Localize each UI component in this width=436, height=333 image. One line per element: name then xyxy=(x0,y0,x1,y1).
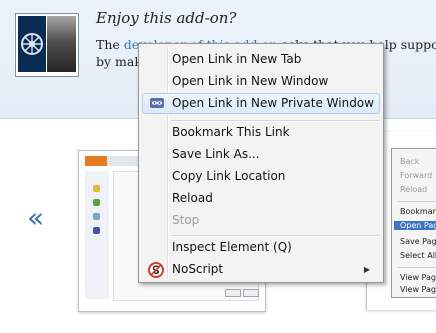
thumbnail-menu-item-selected: Open Pag xyxy=(394,221,436,230)
thumbnail-menu-item: Reload xyxy=(400,185,428,194)
thumbnail-button xyxy=(225,289,241,297)
thumbnail-context-menu: Back Forward Reload Bookmark Open Pag Sa… xyxy=(391,148,436,298)
thumbnail-menu-item: Bookmark xyxy=(400,207,436,216)
menu-item-label: NoScript xyxy=(172,262,224,276)
banner-title: Enjoy this add-on? xyxy=(96,9,237,27)
thumbnail-sidebar xyxy=(85,171,109,299)
thumbnail-menu-item: Back xyxy=(400,157,420,166)
thumbnail-menu-separator xyxy=(398,267,436,268)
thumbnail-menu-separator xyxy=(398,201,436,202)
menu-item-label: Open Link in New Window xyxy=(172,74,329,88)
thumbnail-menu-item: View Page xyxy=(400,285,436,294)
menu-item-noscript[interactable]: NoScript ▶ xyxy=(142,259,380,280)
menu-item-inspect-element[interactable]: Inspect Element (Q) xyxy=(142,237,380,258)
menu-item-open-link-new-window[interactable]: Open Link in New Window xyxy=(142,71,380,92)
link-context-menu: Open Link in New Tab Open Link in New Wi… xyxy=(138,43,384,283)
imperial-emblem-icon xyxy=(18,16,46,72)
menu-item-label: Reload xyxy=(172,191,213,205)
menu-item-open-link-new-tab[interactable]: Open Link in New Tab xyxy=(142,49,380,70)
menu-item-label: Stop xyxy=(172,213,200,227)
menu-item-label: Open Link in New Private Window xyxy=(172,96,374,110)
menu-item-label: Inspect Element (Q) xyxy=(172,240,292,254)
thumbnail-sidebar-dot xyxy=(93,213,100,220)
menu-item-label: Save Link As... xyxy=(172,147,260,161)
thumbnail-sidebar-dot xyxy=(93,227,100,234)
menu-item-reload[interactable]: Reload xyxy=(142,188,380,209)
thumbnail-sidebar-dot xyxy=(93,185,100,192)
menu-item-save-link-as[interactable]: Save Link As... xyxy=(142,144,380,165)
developer-photo xyxy=(47,16,76,72)
thumbnail-menu-item: Save Pag xyxy=(400,237,436,246)
menu-item-bookmark-this-link[interactable]: Bookmark This Link xyxy=(142,122,380,143)
thumbnail-menu-item: Forward xyxy=(400,171,433,180)
private-window-icon xyxy=(149,95,165,111)
banner-text-prefix: The xyxy=(96,37,124,52)
thumbnail-sidebar-dot xyxy=(93,199,100,206)
menu-item-copy-link-location[interactable]: Copy Link Location xyxy=(142,166,380,187)
thumbnail-firefox-button xyxy=(85,156,107,166)
menu-item-open-link-private-window[interactable]: Open Link in New Private Window xyxy=(142,93,380,114)
menu-item-label: Bookmark This Link xyxy=(172,125,290,139)
thumbnail-menu-item: Select All xyxy=(400,251,436,260)
menu-item-label: Copy Link Location xyxy=(172,169,286,183)
developer-avatar xyxy=(15,13,79,77)
submenu-arrow-icon: ▶ xyxy=(363,265,370,274)
thumbnail-button xyxy=(243,289,259,297)
menu-item-label: Open Link in New Tab xyxy=(172,52,302,66)
menu-item-stop: Stop xyxy=(142,210,380,231)
banner-text-line2: by mak xyxy=(96,54,142,69)
noscript-icon xyxy=(148,262,164,278)
previous-screenshot-button[interactable]: « xyxy=(27,204,44,232)
thumbnail-menu-item: View Page xyxy=(400,273,436,282)
